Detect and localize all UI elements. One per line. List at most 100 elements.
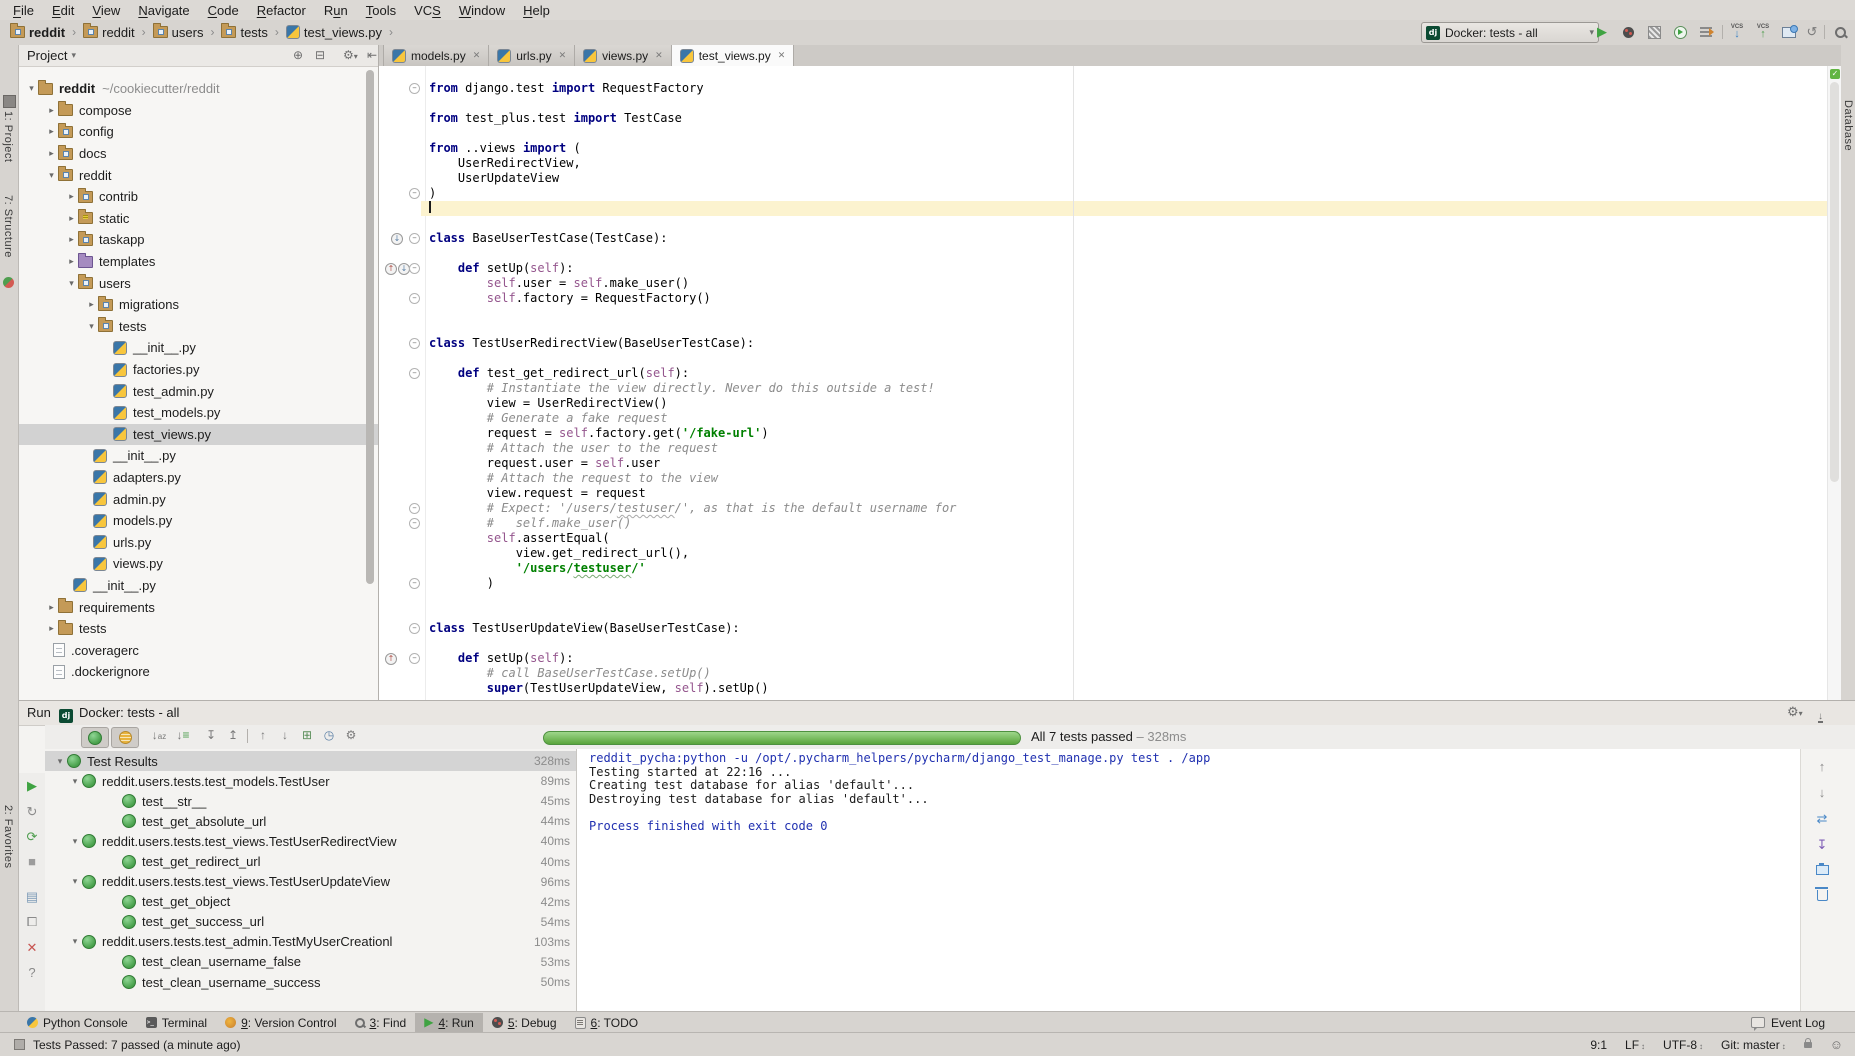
close-icon[interactable]: ✕ <box>778 50 786 61</box>
tree-item-migrations[interactable]: ▸migrations <box>19 294 378 316</box>
tree-item-.coveragerc[interactable]: .coveragerc <box>19 639 378 661</box>
menu-vcs[interactable]: VCS <box>405 1 450 20</box>
code-area[interactable]: −from django.test import RequestFactoryf… <box>379 66 1841 700</box>
toggle-auto-test-button[interactable]: ⟳ <box>19 829 45 845</box>
inspection-ok-icon[interactable]: ✓ <box>1830 69 1840 79</box>
chevron-expanded-icon[interactable]: ▾ <box>65 278 78 289</box>
collapse-all-icon[interactable]: ↥ <box>223 728 243 742</box>
line-ending-widget[interactable]: LF↕ <box>1625 1038 1645 1052</box>
menu-window[interactable]: Window <box>450 1 514 20</box>
tree-item-requirements[interactable]: ▸requirements <box>19 596 378 618</box>
previous-test-icon[interactable]: ↑ <box>253 728 273 742</box>
test-row-reddit.users.tests.test_admin.TestMyUserCreationl[interactable]: ▾reddit.users.tests.test_admin.TestMyUse… <box>45 932 576 952</box>
chevron-collapsed-icon[interactable]: ▸ <box>45 602 58 613</box>
stop-button[interactable]: ■ <box>19 854 45 869</box>
chevron-collapsed-icon[interactable]: ▸ <box>65 256 78 267</box>
test-row-reddit.users.tests.test_models.TestUser[interactable]: ▾reddit.users.tests.test_models.TestUser… <box>45 771 576 791</box>
tree-item-test_admin.py[interactable]: test_admin.py <box>19 380 378 402</box>
expand-all-icon[interactable]: ↧ <box>201 728 221 742</box>
tab-views-py[interactable]: views.py✕ <box>575 45 672 66</box>
chevron-collapsed-icon[interactable]: ▸ <box>45 148 58 159</box>
test-history-icon[interactable]: ◷ <box>319 728 339 742</box>
fold-marker-icon[interactable]: − <box>409 188 420 199</box>
fold-marker-icon[interactable]: − <box>409 293 420 304</box>
toolwindow-5-debug[interactable]: 5: Debug <box>483 1013 566 1033</box>
fold-marker-icon[interactable]: − <box>409 518 420 529</box>
scroll-down-icon[interactable]: ↓ <box>1809 785 1835 800</box>
close-icon[interactable]: ✕ <box>473 50 481 61</box>
fold-marker-icon[interactable]: − <box>409 368 420 379</box>
menu-navigate[interactable]: Navigate <box>129 1 198 20</box>
overridden-marker-icon[interactable]: ↓ <box>391 233 403 245</box>
menu-code[interactable]: Code <box>199 1 248 20</box>
tree-item-test_models.py[interactable]: test_models.py <box>19 402 378 424</box>
chevron-expanded-icon[interactable]: ▾ <box>45 170 58 181</box>
tree-item-adapters.py[interactable]: adapters.py <box>19 467 378 489</box>
rollback-button[interactable]: ↺ <box>1801 23 1823 41</box>
toolwindow-3-find[interactable]: 3: Find <box>346 1013 416 1033</box>
fold-marker-icon[interactable]: − <box>409 503 420 514</box>
run-with-coverage-button[interactable] <box>1643 23 1665 41</box>
test-row-test_clean_username_false[interactable]: test_clean_username_false53ms <box>45 952 576 972</box>
test-row-reddit.users.tests.test_views.TestUserRedirectView[interactable]: ▾reddit.users.tests.test_views.TestUserR… <box>45 831 576 851</box>
tree-item-models.py[interactable]: models.py <box>19 510 378 532</box>
breadcrumb-item[interactable]: reddit <box>81 25 137 40</box>
rerun-failed-button[interactable]: ↻ <box>19 804 45 820</box>
toolwindow-python-console[interactable]: Python Console <box>18 1013 137 1033</box>
menu-help[interactable]: Help <box>514 1 559 20</box>
chevron-collapsed-icon[interactable]: ▸ <box>85 299 98 310</box>
test-row-test_clean_username_success[interactable]: test_clean_username_success50ms <box>45 972 576 992</box>
hector-icon[interactable]: ☺ <box>1830 1037 1843 1052</box>
tree-item-compose[interactable]: ▸compose <box>19 100 378 122</box>
caret-position-widget[interactable]: 9:1 <box>1590 1038 1607 1052</box>
status-message-area[interactable]: Tests Passed: 7 passed (a minute ago) <box>0 1038 240 1052</box>
tree-item-urls.py[interactable]: urls.py <box>19 531 378 553</box>
chevron-collapsed-icon[interactable]: ▸ <box>65 191 78 202</box>
chevron-expanded-icon[interactable]: ▾ <box>68 936 82 947</box>
remote-run-button[interactable] <box>1778 23 1800 41</box>
profiler-button[interactable] <box>1669 23 1691 41</box>
tree-item-__init__.py[interactable]: __init__.py <box>19 337 378 359</box>
menu-tools[interactable]: Tools <box>357 1 405 20</box>
tree-item-reddit[interactable]: ▾reddit <box>19 164 378 186</box>
search-everywhere-button[interactable] <box>1829 23 1851 41</box>
next-test-icon[interactable]: ↓ <box>275 728 295 742</box>
run-button[interactable]: ▶ <box>1591 23 1613 41</box>
help-icon[interactable]: ? <box>19 965 45 980</box>
chevron-collapsed-icon[interactable]: ▸ <box>45 623 58 634</box>
overrides-marker-icon[interactable]: ↑ <box>385 263 397 275</box>
gear-icon[interactable]: ⚙▾ <box>1787 704 1803 720</box>
close-icon[interactable]: ✕ <box>655 50 663 61</box>
soft-wrap-icon[interactable]: ⇄ <box>1809 811 1835 827</box>
print-icon[interactable] <box>1809 863 1835 878</box>
debug-button[interactable] <box>1617 23 1639 41</box>
test-row-test_get_success_url[interactable]: test_get_success_url54ms <box>45 912 576 932</box>
scroll-to-end-icon[interactable]: ↧ <box>1809 837 1835 853</box>
menu-view[interactable]: View <box>83 1 129 20</box>
chevron-expanded-icon[interactable]: ▾ <box>85 321 98 332</box>
show-passed-toggle[interactable] <box>81 727 109 748</box>
tree-item-views.py[interactable]: views.py <box>19 553 378 575</box>
chevron-expanded-icon[interactable]: ▾ <box>25 83 38 94</box>
dump-threads-icon[interactable]: ▤ <box>19 889 45 905</box>
editor-scrollbar[interactable] <box>1827 66 1841 700</box>
tab-urls-py[interactable]: urls.py✕ <box>489 45 575 66</box>
tree-item-contrib[interactable]: ▸contrib <box>19 186 378 208</box>
tree-item-reddit[interactable]: ▾reddit~/cookiecutter/reddit <box>19 78 378 100</box>
run-console[interactable]: reddit_pycha:python -u /opt/.pycharm_hel… <box>577 749 1801 1033</box>
toolwindow-6-todo[interactable]: 6: TODO <box>566 1013 648 1033</box>
chevron-expanded-icon[interactable]: ▾ <box>68 876 82 887</box>
gear-icon[interactable]: ⚙▾ <box>343 48 358 62</box>
tree-item-config[interactable]: ▸config <box>19 121 378 143</box>
chevron-expanded-icon[interactable]: ▾ <box>68 836 82 847</box>
rerun-button[interactable]: ▶ <box>19 778 45 794</box>
test-row-test_get_redirect_url[interactable]: test_get_redirect_url40ms <box>45 851 576 871</box>
breadcrumb-item[interactable]: tests <box>219 25 269 40</box>
vcs-branch-widget[interactable]: Git: master↕ <box>1721 1038 1786 1052</box>
toolwindow-terminal[interactable]: Terminal <box>137 1013 216 1033</box>
export-test-results-icon[interactable]: ⊞ <box>297 728 317 742</box>
menu-file[interactable]: File <box>4 1 43 20</box>
tool-stripe-structure[interactable]: 7: Structure <box>2 195 14 258</box>
sort-by-duration-icon[interactable]: ↓≡ <box>173 728 193 742</box>
tree-item-__init__.py[interactable]: __init__.py <box>19 445 378 467</box>
